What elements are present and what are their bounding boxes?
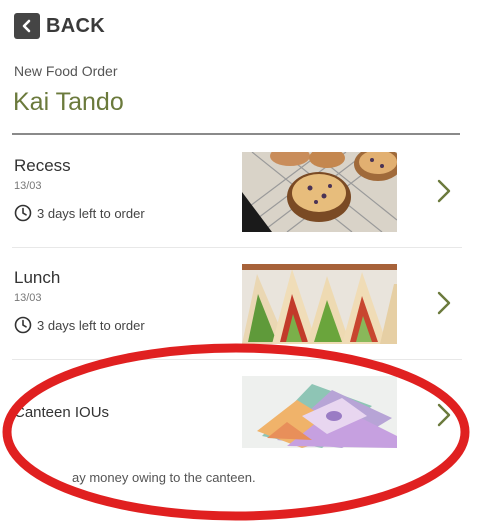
order-item-recess[interactable]: Recess 13/03 3 days left to order [12,140,462,248]
deadline-text: 3 days left to order [37,205,145,221]
clock-icon [14,204,32,222]
page-title: Kai Tando [13,88,124,116]
sandwiches-photo [242,264,397,344]
back-button[interactable]: BACK [14,12,105,40]
iou-description: ay money owing to the canteen. [72,470,256,485]
iou-name: Canteen IOUs [14,404,110,421]
clock-icon [14,316,32,334]
order-name: Lunch [14,268,61,287]
chevron-right-icon [437,179,451,203]
order-deadline: 3 days left to order [14,204,145,222]
order-date: 13/03 [14,292,42,304]
back-label: BACK [46,14,105,37]
header-divider [12,133,460,135]
muffins-photo [242,152,397,232]
chevron-right-icon [437,403,451,427]
order-name: Recess [14,156,71,175]
banknotes-photo [242,376,397,448]
order-deadline: 3 days left to order [14,316,145,334]
canteen-iou-item[interactable]: Canteen IOUs ay money owing to the cante… [12,364,462,485]
order-item-lunch[interactable]: Lunch 13/03 3 days left to order [12,252,462,360]
chevron-right-icon [437,291,451,315]
chevron-left-icon [14,13,40,39]
order-date: 13/03 [14,180,42,192]
page-subtitle: New Food Order [14,63,118,79]
deadline-text: 3 days left to order [37,317,145,333]
